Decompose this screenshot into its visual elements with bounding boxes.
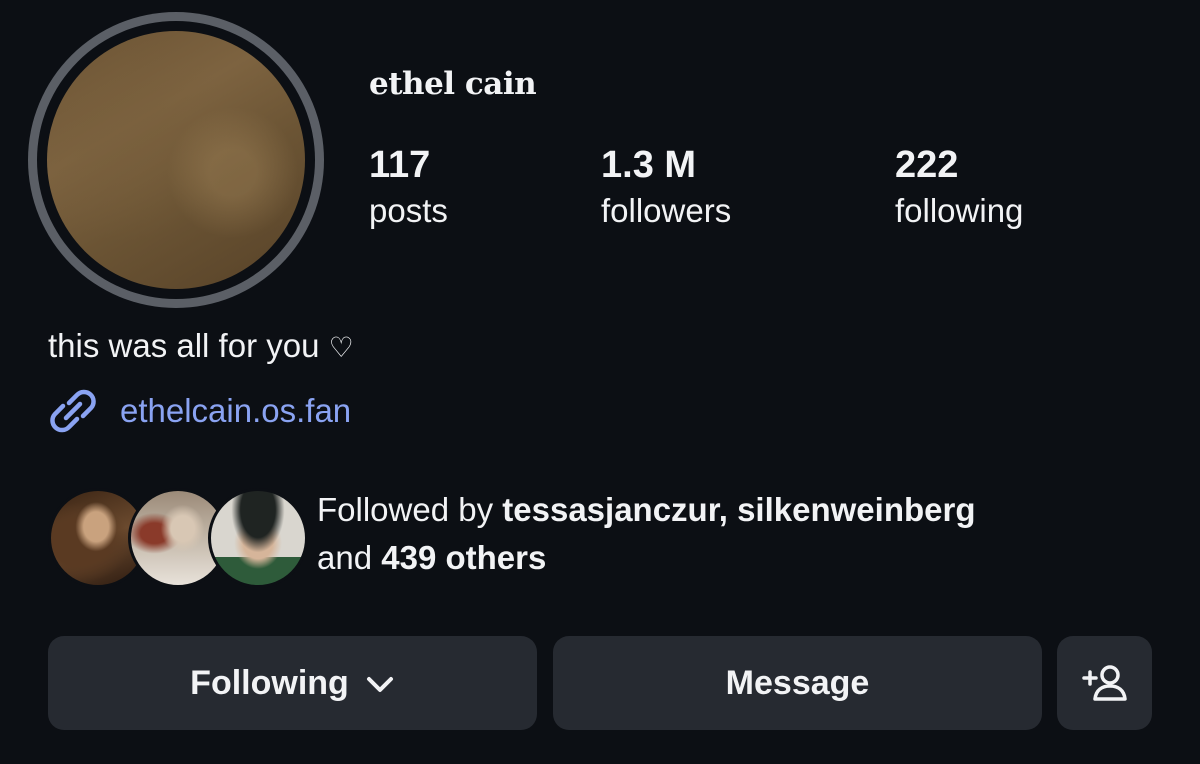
message-button-label: Message	[725, 663, 870, 702]
following-label: following	[895, 192, 1024, 229]
followed-by-prefix: Followed by	[317, 491, 494, 528]
chevron-down-icon	[366, 677, 393, 692]
followed-by-and: and	[317, 539, 373, 576]
avatar-story-ring	[37, 21, 315, 299]
profile-photo-icon	[47, 31, 305, 289]
mutual-user-2[interactable]: silkenweinberg	[737, 491, 975, 528]
link-icon	[50, 389, 96, 433]
following-count: 222	[895, 144, 959, 186]
stat-followers[interactable]: 1.3 M followers	[601, 142, 731, 234]
bio-text: this was all for you	[48, 327, 320, 364]
following-button-label: Following	[190, 663, 349, 702]
profile-avatar[interactable]	[28, 12, 324, 308]
message-button[interactable]: Message	[553, 636, 1042, 730]
posts-label: posts	[369, 192, 448, 229]
following-button[interactable]: Following	[48, 636, 537, 730]
followers-label: followers	[601, 192, 732, 229]
heart-icon: ♡	[328, 331, 354, 364]
profile-username: ethel cain	[369, 66, 537, 102]
mutual-others[interactable]: 439 others	[381, 539, 546, 576]
link-text[interactable]: ethelcain.os.fan	[120, 392, 351, 430]
profile-link[interactable]: ethelcain.os.fan	[48, 388, 351, 434]
mutual-avatar	[208, 488, 308, 588]
stat-posts[interactable]: 117 posts	[369, 142, 448, 234]
add-user-icon	[1081, 665, 1127, 701]
stat-following[interactable]: 222 following	[895, 142, 1023, 234]
followed-by-text[interactable]: Followed by tessasjanczur, silkenweinber…	[317, 486, 1177, 582]
profile-bio: this was all for you ♡	[48, 324, 354, 370]
add-user-button[interactable]	[1057, 636, 1152, 730]
posts-count: 117	[369, 144, 431, 186]
mutual-followers-avatars[interactable]	[48, 488, 308, 588]
followers-count: 1.3 M	[601, 144, 697, 186]
mutual-user-1[interactable]: tessasjanczur,	[502, 491, 728, 528]
